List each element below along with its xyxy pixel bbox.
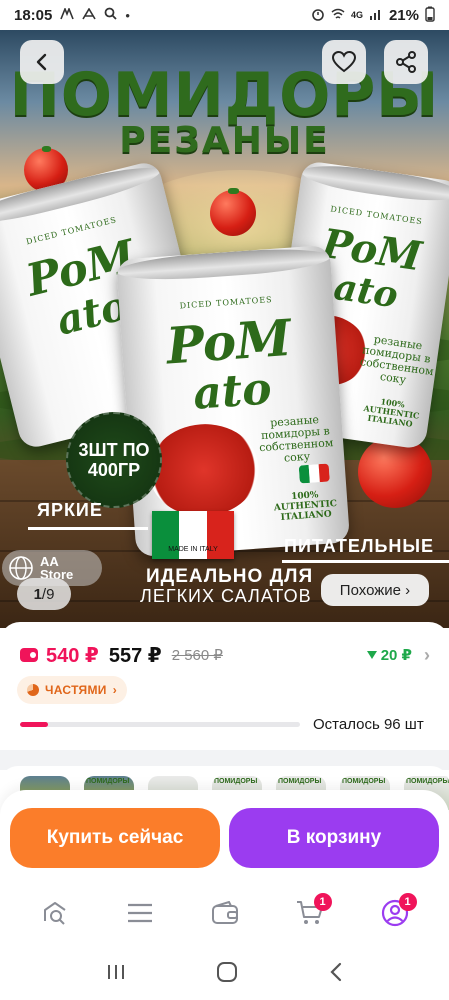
stock-left-label: Осталось 96 шт <box>313 716 424 733</box>
installments-chip[interactable]: ЧАСТЯМИ › <box>17 676 127 704</box>
back-icon <box>330 962 342 981</box>
action-bar: Купить сейчас В корзину <box>0 790 449 878</box>
made-in-label: MADE IN ITALY <box>168 546 218 553</box>
thumbnail-label: ПОМИДОРЫ <box>86 778 130 785</box>
pack-badge-line1: 3ШТ ПО <box>78 440 150 460</box>
bonus-points[interactable]: 20 ₽ › <box>366 644 430 666</box>
caption-underline <box>28 527 148 530</box>
chevron-right-icon: › <box>424 644 430 665</box>
signal-icon <box>369 8 383 23</box>
caption-ideal-line1: ИДЕАЛЬНО ДЛЯ <box>146 566 314 587</box>
pack-badge-line2: 400ГР <box>87 460 141 480</box>
thumbnail-label: ПОМИДОРЫ <box>406 778 449 785</box>
pager-total: 9 <box>46 585 55 603</box>
tab-catalog[interactable] <box>118 891 162 935</box>
stock-progress-fill <box>20 722 48 727</box>
back-button[interactable] <box>20 40 64 84</box>
installments-label: ЧАСТЯМИ <box>45 683 107 697</box>
price-panel: 540 ₽ 557 ₽ 2 560 ₽ 20 ₽ › ЧАСТЯМИ › Ост… <box>0 622 449 750</box>
app-screen: 18:05 • 4G 21% ПОМИДОРЫ РЕЗАНЫЕ DICED TO… <box>0 0 449 1000</box>
caption-underline <box>282 560 449 563</box>
wallet-icon <box>211 901 238 924</box>
network-label: 4G <box>350 10 363 20</box>
thumbnail-label: ПОМИДОРЫ <box>278 778 322 785</box>
wallet-price: 540 ₽ <box>46 644 99 667</box>
dot-icon: • <box>125 7 130 23</box>
add-to-cart-button[interactable]: В корзину <box>229 808 439 868</box>
regular-price: 557 ₽ <box>108 644 162 667</box>
hero-subheadline: РЕЗАНЫЕ <box>119 120 330 161</box>
triangle-down-icon <box>366 651 377 659</box>
old-price: 2 560 ₽ <box>171 647 223 664</box>
recent-apps-button[interactable] <box>105 963 127 986</box>
tomato-slice-icon <box>210 188 256 236</box>
wifi-icon <box>331 8 345 23</box>
battery-percent: 21% <box>388 6 419 24</box>
search-status-icon <box>104 7 118 23</box>
share-button[interactable] <box>384 40 428 84</box>
can-stamp: 100% AUTHENTIC ITALIANO <box>273 490 338 523</box>
cart-badge: 1 <box>313 893 332 911</box>
bonus-value: 20 ₽ <box>380 647 412 664</box>
home-button[interactable] <box>216 961 238 988</box>
can-description: резаные помидоры в собственном соку <box>359 332 435 387</box>
stock-progress-bar <box>20 722 300 727</box>
italy-flag-small <box>298 463 330 484</box>
catalog-icon <box>127 903 152 923</box>
notification-icon <box>60 6 75 23</box>
share-icon <box>396 51 416 73</box>
tab-home[interactable] <box>33 891 77 935</box>
status-right: 4G 21% <box>311 6 435 25</box>
back-arrow-icon <box>36 53 47 71</box>
status-left-icons: • <box>60 6 130 23</box>
notification-icon-2 <box>82 6 97 23</box>
system-back-button[interactable] <box>328 962 344 987</box>
installments-icon <box>27 684 39 696</box>
can-stamp: 100% AUTHENTIC ITALIANO <box>362 396 420 429</box>
caption-bright: ЯРКИЕ <box>37 500 103 520</box>
favorite-button[interactable] <box>322 40 366 84</box>
system-navigation-bar <box>0 948 449 1000</box>
status-time: 18:05 <box>14 6 53 24</box>
pager-current: 1 <box>33 585 42 603</box>
pack-size-badge: 3ШТ ПО 400ГР <box>66 412 162 508</box>
tomato-icon <box>358 433 432 508</box>
caption-ideal-line2: ЛЕГКИХ САЛАТОВ <box>140 586 312 606</box>
tab-wallet[interactable] <box>203 891 247 935</box>
bottom-tab-bar: 1 1 <box>0 878 449 948</box>
tab-cart[interactable]: 1 <box>288 891 332 935</box>
price-row: 540 ₽ 557 ₽ 2 560 ₽ 20 ₽ › <box>20 642 430 668</box>
can-lid <box>300 160 449 207</box>
similar-button[interactable]: Похожие › <box>321 574 429 606</box>
image-pager: 1/9 <box>17 578 71 610</box>
tomato-bowl-image <box>145 420 262 520</box>
chevron-right-icon: › <box>112 683 117 697</box>
home-icon <box>217 961 238 982</box>
thumbnail-label: ПОМИДОРЫ <box>342 778 386 785</box>
wallet-price-icon <box>20 648 38 662</box>
alarm-icon <box>311 7 325 24</box>
thumbnail-label: ПОМИДОРЫ <box>214 778 258 785</box>
search-home-icon <box>43 902 66 925</box>
product-image-gallery[interactable]: ПОМИДОРЫ РЕЗАНЫЕ DICED TOMATOES PoM ato … <box>0 30 449 628</box>
can-description: резаные помидоры в собственном соку <box>258 413 334 465</box>
tab-profile[interactable]: 1 <box>373 891 417 935</box>
profile-badge: 1 <box>398 893 417 911</box>
status-bar: 18:05 • 4G 21% <box>0 0 449 30</box>
globe-icon <box>9 556 33 580</box>
recent-apps-icon <box>107 964 124 979</box>
buy-now-button[interactable]: Купить сейчас <box>10 808 220 868</box>
heart-icon <box>332 51 356 73</box>
battery-icon <box>425 6 435 25</box>
caption-nutritious: ПИТАТЕЛЬНЫЕ <box>284 536 435 556</box>
